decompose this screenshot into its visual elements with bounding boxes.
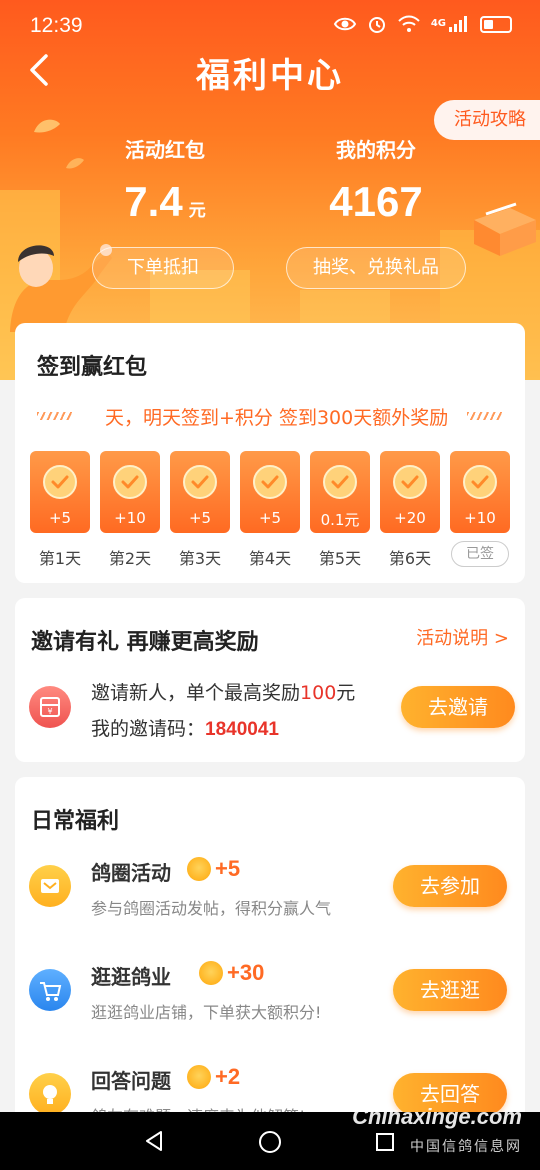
red-packet-label: 活动红包: [125, 138, 205, 162]
recents-nav-icon[interactable]: [374, 1131, 396, 1153]
invite-gift-icon: ¥: [29, 686, 71, 728]
daily-title: 日常福利: [31, 809, 120, 834]
network-type-label: 4G: [430, 18, 446, 29]
check-icon: [323, 465, 357, 499]
coin-icon: [187, 857, 211, 881]
checkin-day-tile[interactable]: +5: [240, 451, 300, 533]
points-label: 我的积分: [336, 138, 416, 162]
leaf-decoration-icon: [34, 119, 84, 169]
alarm-icon: [368, 17, 385, 33]
pigeon-circle-icon: [29, 865, 71, 907]
day-points: +5: [258, 509, 282, 527]
hatch-decoration: [467, 412, 503, 420]
day-label: 第1天: [38, 549, 82, 568]
invite-reward-amount: 100: [300, 682, 337, 704]
invite-reward-text: 邀请新人，单个最高奖励100元: [91, 682, 356, 704]
invite-card: 邀请有礼 再赚更高奖励 活动说明 > ¥ 邀请新人，单个最高奖励100元 我的邀…: [15, 598, 525, 762]
task-description: 逛逛鸽业店铺，下单获大额积分!: [91, 1003, 322, 1022]
join-activity-button[interactable]: 去参加: [393, 865, 507, 907]
day-points: +5: [48, 509, 72, 527]
invite-title: 邀请有礼 再赚更高奖励: [31, 630, 259, 655]
signed-badge: 已签: [451, 541, 509, 567]
svg-text:¥: ¥: [47, 707, 52, 716]
check-icon: [393, 465, 427, 499]
day-label: 第4天: [248, 549, 292, 568]
task-name: 回答问题: [91, 1069, 171, 1093]
points-value: 4167: [329, 178, 423, 225]
task-points: +5: [215, 856, 241, 881]
lightbulb-icon: [29, 1073, 71, 1115]
task-points: +2: [215, 1064, 241, 1089]
watermark-subtitle: 中国信鸽信息网: [410, 1139, 522, 1155]
page-title: 福利中心: [196, 56, 344, 96]
red-packet-unit: 元: [188, 201, 206, 221]
day-points: +5: [188, 509, 212, 527]
gift-illustration: [474, 202, 536, 256]
wifi-icon: [398, 15, 420, 32]
day-points: +10: [114, 509, 146, 527]
checkin-ticker: 天，明天签到+积分 签到300天额外奖励: [37, 405, 503, 427]
lottery-exchange-button[interactable]: 抽奖、兑换礼品: [286, 247, 466, 289]
day-label: 第3天: [178, 549, 222, 568]
checkin-day-tile[interactable]: 0.1元: [310, 451, 370, 533]
invite-button[interactable]: 去邀请: [401, 686, 515, 728]
battery-icon: [480, 15, 512, 33]
signal-icon: [449, 16, 467, 32]
check-icon: [253, 465, 287, 499]
back-nav-icon[interactable]: [142, 1129, 166, 1153]
task-name: 逛逛鸽业: [91, 965, 171, 989]
checkin-card: 签到赢红包 天，明天签到+积分 签到300天额外奖励 +5 第1天 +10 第2天 +5…: [15, 323, 525, 583]
task-points: +30: [227, 960, 265, 985]
hatch-decoration: [37, 412, 73, 420]
checkin-day-tile[interactable]: +10: [100, 451, 160, 533]
browse-shop-button[interactable]: 去逛逛: [393, 969, 507, 1011]
day-points: +10: [464, 509, 496, 527]
red-packet-value: 7.4 元: [124, 178, 206, 225]
checkin-day-tile[interactable]: +20: [380, 451, 440, 533]
shopping-cart-icon: [29, 969, 71, 1011]
check-icon: [113, 465, 147, 499]
invite-code-row: 我的邀请码：1840041: [91, 718, 279, 740]
status-time: 12:39: [30, 14, 83, 37]
eye-icon: [333, 17, 356, 31]
task-name: 鸽圈活动: [91, 861, 171, 885]
day-points: +20: [394, 509, 426, 527]
day-label: 第6天: [388, 549, 432, 568]
check-icon: [463, 465, 497, 499]
day-label: 第2天: [108, 549, 152, 568]
status-bar: 12:39 4G: [0, 0, 540, 52]
checkin-day-tile[interactable]: +5: [30, 451, 90, 533]
day-points: 0.1元: [320, 511, 360, 529]
home-nav-icon[interactable]: [257, 1129, 283, 1155]
order-deduct-button[interactable]: 下单抵扣: [92, 247, 234, 289]
status-icons: 4G: [333, 14, 512, 34]
checkin-day-tile[interactable]: +10: [450, 451, 510, 533]
coin-icon: [199, 961, 223, 985]
watermark-logo: Chinaxinge.com: [352, 1104, 522, 1129]
checkin-title: 签到赢红包: [37, 355, 148, 380]
invite-code-value: 1840041: [205, 719, 279, 740]
ticker-text: 天，明天签到+积分 签到300天额外奖励: [105, 407, 449, 427]
checkin-day-tile[interactable]: +5: [170, 451, 230, 533]
coin-icon: [187, 1065, 211, 1089]
check-icon: [183, 465, 217, 499]
activity-rules-link[interactable]: 活动说明 >: [416, 624, 509, 650]
check-icon: [43, 465, 77, 499]
day-label: 第5天: [318, 549, 362, 568]
task-description: 参与鸽圈活动发帖，得积分赢人气: [91, 899, 332, 918]
